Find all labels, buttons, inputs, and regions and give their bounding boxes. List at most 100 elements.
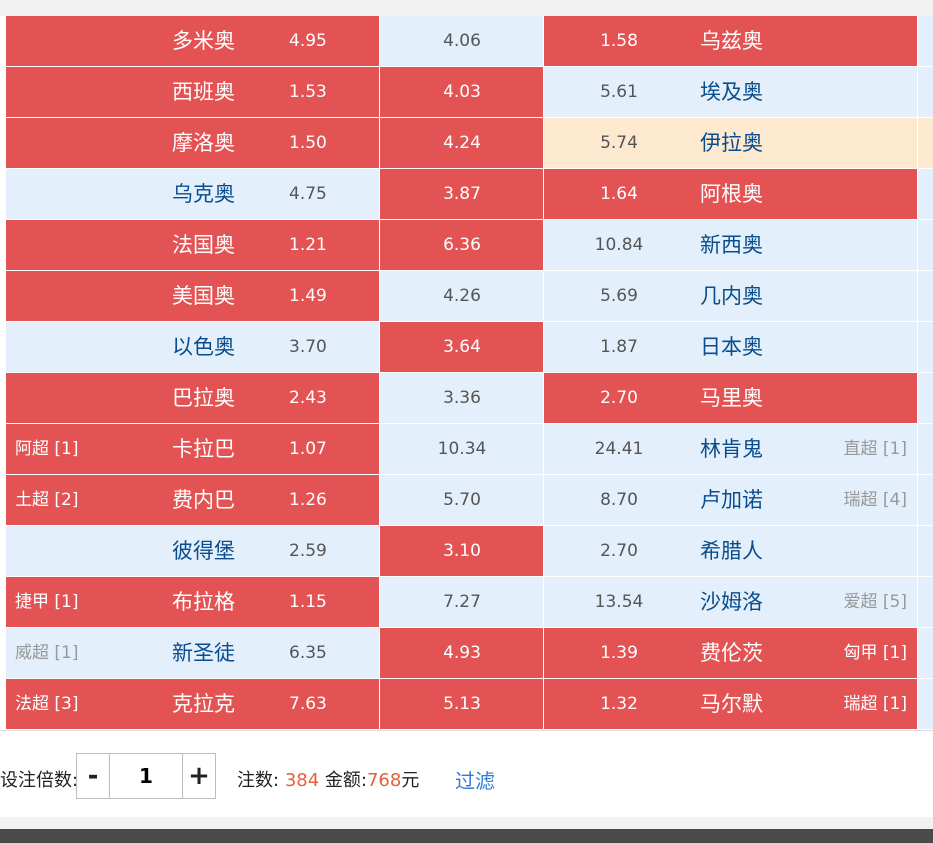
away-team: 乌兹奥 xyxy=(700,29,763,53)
away-team: 马里奥 xyxy=(700,386,763,410)
home-odds: 3.70 xyxy=(289,337,327,357)
amount-value: 768 xyxy=(366,770,402,791)
home-league: 捷甲 [1] xyxy=(15,592,79,612)
away-team: 伊拉奥 xyxy=(700,131,763,155)
home-team: 克拉克 xyxy=(172,692,235,716)
away-team: 几内奥 xyxy=(700,284,763,308)
home-league: 威超 [1] xyxy=(15,643,79,663)
draw-odds: 10.34 xyxy=(437,439,487,459)
away-cell[interactable]: 2.70 希腊人 xyxy=(544,526,918,577)
draw-odds: 4.03 xyxy=(443,82,481,102)
draw-cell[interactable]: 5.70 xyxy=(380,475,544,526)
home-cell[interactable]: 威超 [1] 新圣徒 6.35 xyxy=(6,628,380,679)
home-league: 阿超 [1] xyxy=(15,439,79,459)
home-cell[interactable]: 土超 [2] 费内巴 1.26 xyxy=(6,475,380,526)
draw-cell[interactable]: 4.93 xyxy=(380,628,544,679)
away-cell[interactable]: 2.70 马里奥 xyxy=(544,373,918,424)
away-odds: 8.70 xyxy=(600,490,638,510)
draw-cell[interactable]: 3.10 xyxy=(380,526,544,577)
home-cell[interactable]: 捷甲 [1] 布拉格 1.15 xyxy=(6,577,380,628)
away-cell[interactable]: 1.87 日本奥 xyxy=(544,322,918,373)
away-odds: 24.41 xyxy=(594,439,644,459)
home-team: 卡拉巴 xyxy=(172,437,235,461)
away-team: 马尔默 xyxy=(700,692,763,716)
draw-cell[interactable]: 5.13 xyxy=(380,679,544,730)
row-tail xyxy=(918,271,933,322)
bottom-bar xyxy=(0,829,933,843)
draw-cell[interactable]: 4.03 xyxy=(380,67,544,118)
row-tail xyxy=(918,16,933,67)
away-odds: 1.64 xyxy=(600,184,638,204)
draw-odds: 4.06 xyxy=(443,31,481,51)
draw-odds: 5.70 xyxy=(443,490,481,510)
home-cell[interactable]: 阿超 [1] 卡拉巴 1.07 xyxy=(6,424,380,475)
home-team: 以色奥 xyxy=(172,335,235,359)
home-odds: 7.63 xyxy=(289,694,327,714)
home-odds: 1.53 xyxy=(289,82,327,102)
draw-cell[interactable]: 3.64 xyxy=(380,322,544,373)
home-cell[interactable]: 乌克奥 4.75 xyxy=(6,169,380,220)
filter-link[interactable]: 过滤 xyxy=(455,731,495,817)
row-tail xyxy=(918,424,933,475)
home-cell[interactable]: 法国奥 1.21 xyxy=(6,220,380,271)
row-tail xyxy=(918,679,933,730)
separator xyxy=(0,816,933,829)
away-cell[interactable]: 13.54 沙姆洛 爱超 [5] xyxy=(544,577,918,628)
home-cell[interactable]: 以色奥 3.70 xyxy=(6,322,380,373)
match-row: 多米奥 4.95 4.06 1.58 乌兹奥 xyxy=(0,16,933,67)
away-cell[interactable]: 1.32 马尔默 瑞超 [1] xyxy=(544,679,918,730)
currency-label: 元 xyxy=(401,770,420,791)
row-tail xyxy=(918,526,933,577)
home-cell[interactable]: 巴拉奥 2.43 xyxy=(6,373,380,424)
home-team: 布拉格 xyxy=(172,590,235,614)
draw-cell[interactable]: 4.26 xyxy=(380,271,544,322)
home-cell[interactable]: 多米奥 4.95 xyxy=(6,16,380,67)
row-tail xyxy=(918,220,933,271)
multiplier-input[interactable] xyxy=(110,754,182,798)
draw-cell[interactable]: 4.06 xyxy=(380,16,544,67)
match-row: 阿超 [1] 卡拉巴 1.07 10.34 24.41 林肯鬼 直超 [1] xyxy=(0,424,933,475)
home-odds: 1.49 xyxy=(289,286,327,306)
draw-cell[interactable]: 3.36 xyxy=(380,373,544,424)
home-odds: 2.59 xyxy=(289,541,327,561)
home-cell[interactable]: 摩洛奥 1.50 xyxy=(6,118,380,169)
home-team: 法国奥 xyxy=(172,233,235,257)
away-odds: 1.32 xyxy=(600,694,638,714)
multiplier-stepper[interactable]: - + xyxy=(76,753,216,799)
draw-cell[interactable]: 10.34 xyxy=(380,424,544,475)
away-team: 费伦茨 xyxy=(700,641,763,665)
bets-count: 384 xyxy=(284,770,320,791)
home-odds: 1.26 xyxy=(289,490,327,510)
away-cell[interactable]: 8.70 卢加诺 瑞超 [4] xyxy=(544,475,918,526)
away-odds: 2.70 xyxy=(600,541,638,561)
away-cell[interactable]: 5.74 伊拉奥 xyxy=(544,118,918,169)
away-cell[interactable]: 1.58 乌兹奥 xyxy=(544,16,918,67)
draw-odds: 4.26 xyxy=(443,286,481,306)
draw-cell[interactable]: 7.27 xyxy=(380,577,544,628)
away-cell[interactable]: 5.61 埃及奥 xyxy=(544,67,918,118)
decrement-button[interactable]: - xyxy=(77,754,110,798)
home-cell[interactable]: 美国奥 1.49 xyxy=(6,271,380,322)
home-team: 西班奥 xyxy=(172,80,235,104)
home-team: 巴拉奥 xyxy=(172,386,235,410)
row-tail xyxy=(918,373,933,424)
away-cell[interactable]: 5.69 几内奥 xyxy=(544,271,918,322)
draw-cell[interactable]: 4.24 xyxy=(380,118,544,169)
away-cell[interactable]: 1.39 费伦茨 匈甲 [1] xyxy=(544,628,918,679)
away-odds: 10.84 xyxy=(594,235,644,255)
row-tail xyxy=(918,475,933,526)
draw-odds: 5.13 xyxy=(443,694,481,714)
home-cell[interactable]: 法超 [3] 克拉克 7.63 xyxy=(6,679,380,730)
increment-button[interactable]: + xyxy=(182,754,215,798)
away-cell[interactable]: 1.64 阿根奥 xyxy=(544,169,918,220)
draw-cell[interactable]: 6.36 xyxy=(380,220,544,271)
match-row: 以色奥 3.70 3.64 1.87 日本奥 xyxy=(0,322,933,373)
away-cell[interactable]: 10.84 新西奥 xyxy=(544,220,918,271)
match-row: 捷甲 [1] 布拉格 1.15 7.27 13.54 沙姆洛 爱超 [5] xyxy=(0,577,933,628)
home-cell[interactable]: 彼得堡 2.59 xyxy=(6,526,380,577)
home-team: 彼得堡 xyxy=(172,539,235,563)
draw-cell[interactable]: 3.87 xyxy=(380,169,544,220)
home-cell[interactable]: 西班奥 1.53 xyxy=(6,67,380,118)
row-tail xyxy=(918,169,933,220)
away-cell[interactable]: 24.41 林肯鬼 直超 [1] xyxy=(544,424,918,475)
